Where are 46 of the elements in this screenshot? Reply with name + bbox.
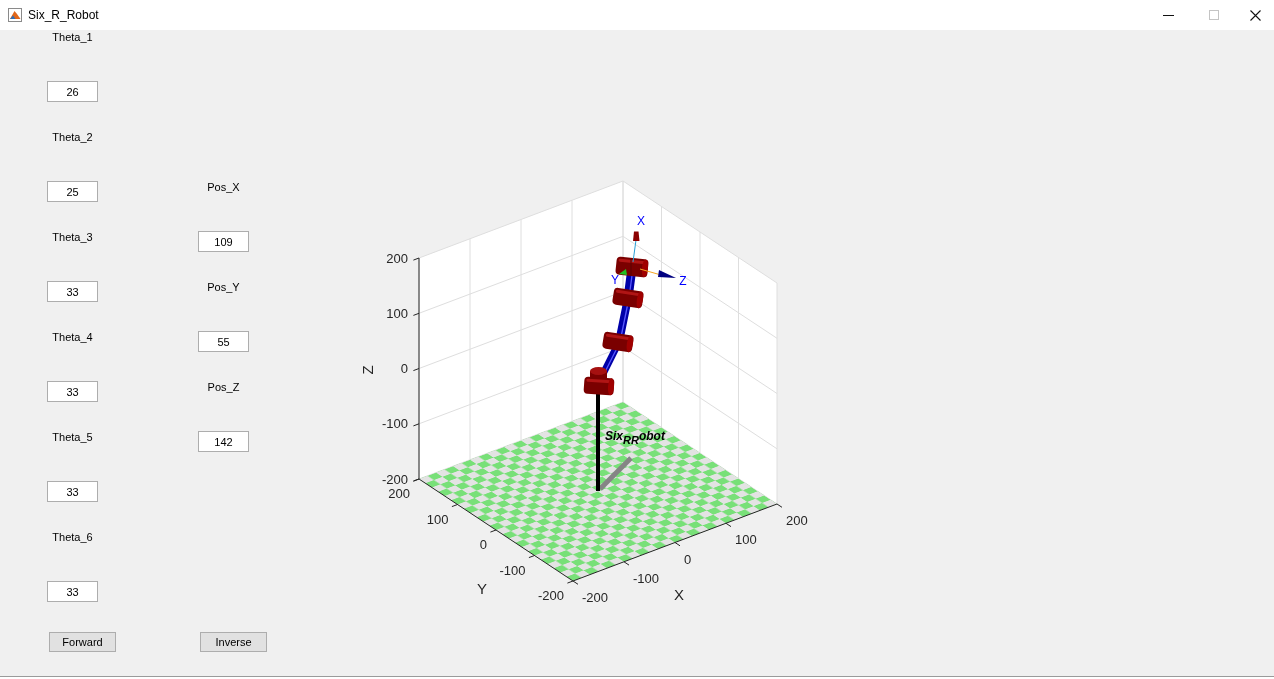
tick-label: 0 <box>684 551 692 567</box>
field-label: Theta_3 <box>52 230 93 244</box>
tick-label: -200 <box>582 590 609 605</box>
frame-axis-label: Z <box>679 274 687 288</box>
axis-label: Z <box>359 365 376 375</box>
value-field[interactable]: 33 <box>47 481 98 502</box>
field-label: Pos_Z <box>207 380 240 394</box>
close-icon <box>1249 9 1261 21</box>
field-label: Pos_X <box>207 180 240 194</box>
value-field[interactable]: 33 <box>47 381 98 402</box>
field-label: Pos_Y <box>207 280 240 294</box>
tick-label: 100 <box>386 305 408 321</box>
value-field[interactable]: 33 <box>47 581 98 602</box>
field-label: Theta_4 <box>52 330 93 344</box>
value-field[interactable]: 142 <box>198 431 249 452</box>
value-field[interactable]: 55 <box>198 331 249 352</box>
tick-label: 100 <box>735 532 757 548</box>
field-label: Theta_1 <box>52 30 93 44</box>
tick-label: 200 <box>386 250 408 266</box>
tick-label: 0 <box>400 361 408 376</box>
tick-label: -100 <box>499 562 526 578</box>
axis-label: X <box>674 585 684 603</box>
axis-label: Y <box>477 580 487 597</box>
tick-label: -100 <box>633 570 660 586</box>
tick-label: 200 <box>388 486 410 501</box>
minimize-icon <box>1163 14 1174 16</box>
value-field[interactable]: 109 <box>198 231 249 252</box>
tick-label: 100 <box>426 511 449 527</box>
tick-label: 0 <box>479 537 487 552</box>
field-label: Theta_2 <box>52 130 93 144</box>
maximize-icon <box>1208 10 1219 20</box>
window-title: Six_R_Robot <box>28 8 99 22</box>
app-logo-icon <box>8 8 22 22</box>
frame-axis-label: Y <box>611 273 619 287</box>
forward-button[interactable]: Forward <box>49 632 116 652</box>
field-label: Theta_6 <box>52 530 93 544</box>
field-label: Theta_5 <box>52 430 93 444</box>
tick-label: -200 <box>381 471 408 487</box>
value-field[interactable]: 25 <box>47 181 98 202</box>
value-field[interactable]: 33 <box>47 281 98 302</box>
tick-label: -200 <box>537 588 564 603</box>
tick-label: 200 <box>786 513 808 528</box>
value-field[interactable]: 26 <box>47 81 98 102</box>
frame-axis-label: X <box>637 214 645 228</box>
inverse-button[interactable]: Inverse <box>200 632 267 652</box>
tick-label: -100 <box>381 416 408 432</box>
